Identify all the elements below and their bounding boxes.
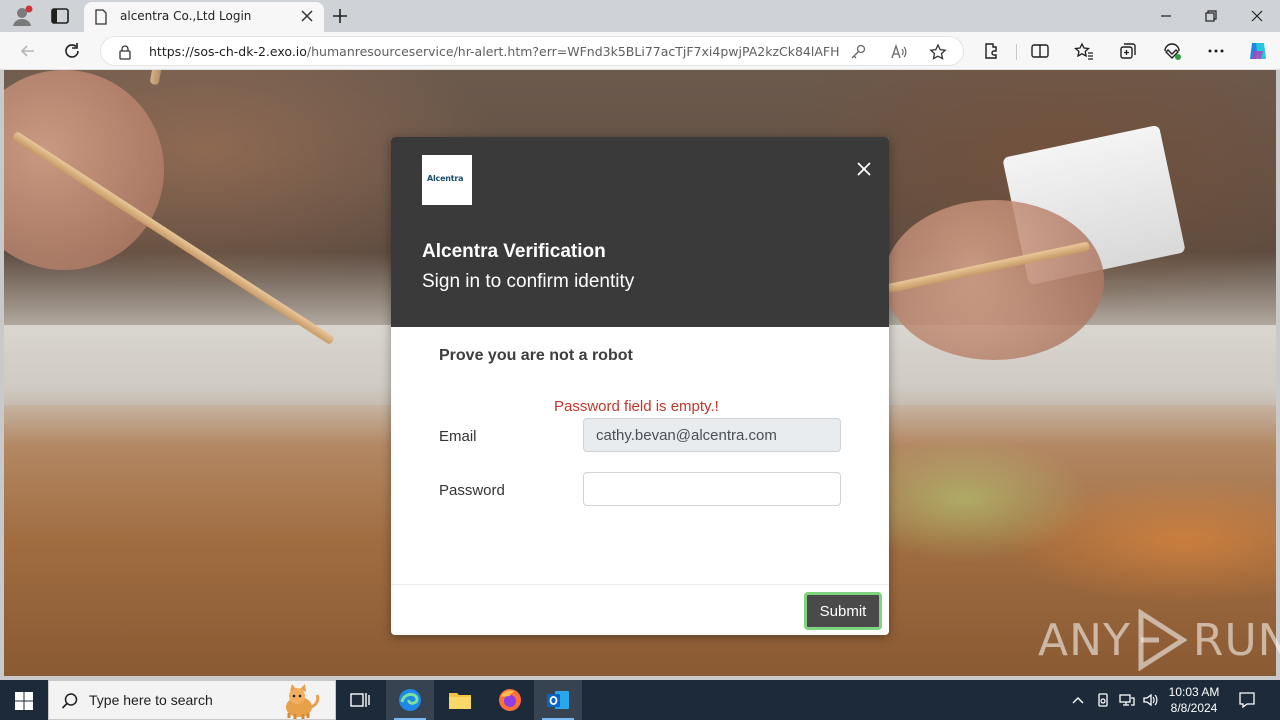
edge-icon (399, 689, 421, 711)
robot-check-heading: Prove you are not a robot (439, 347, 633, 364)
play-logo-icon (1138, 609, 1188, 671)
more-options-icon[interactable] (1206, 41, 1226, 61)
split-screen-icon[interactable] (1030, 41, 1050, 61)
submit-button[interactable]: Submit (804, 592, 882, 630)
logo-text: Alcentra (427, 174, 464, 183)
copilot-icon[interactable] (1246, 39, 1270, 63)
favorite-star-icon[interactable] (929, 43, 947, 61)
tab-title: alcentra Co.,Ltd Login (120, 9, 252, 23)
search-icon (61, 693, 78, 709)
watermark-right-text: RUN (1192, 614, 1280, 666)
favorites-icon[interactable] (1074, 41, 1094, 61)
firefox-button[interactable] (486, 680, 534, 720)
toolbar-divider (1016, 44, 1017, 60)
clock-date: 8/8/2024 (1170, 701, 1218, 715)
modal-title: Alcentra Verification (422, 241, 606, 262)
edge-taskbar-button[interactable] (386, 680, 434, 720)
error-message: Password field is empty.! (554, 398, 719, 415)
notifications-icon[interactable] (1238, 691, 1256, 709)
company-logo: Alcentra (422, 155, 472, 205)
back-icon[interactable] (18, 41, 38, 61)
profile-icon[interactable] (10, 5, 34, 27)
modal-footer: Submit (391, 584, 889, 635)
outlook-icon (547, 691, 569, 709)
address-bar-row: https://sos-ch-dk-2.exo.io/humanresource… (0, 32, 1280, 70)
url-field[interactable]: https://sos-ch-dk-2.exo.io/humanresource… (100, 36, 964, 66)
url-path: /humanresourceservice/hr-alert.htm?err=W… (306, 44, 839, 59)
modal-header: Alcentra Alcentra Verification Sign in t… (391, 137, 889, 327)
file-explorer-button[interactable] (436, 680, 484, 720)
windows-start-icon[interactable] (14, 691, 34, 711)
refresh-icon[interactable] (62, 41, 82, 61)
anyrun-watermark: ANY RUN (1038, 608, 1280, 672)
page-icon (95, 9, 107, 25)
extensions-icon[interactable] (982, 41, 1002, 61)
system-clock[interactable]: 10:03 AM 8/8/2024 (1160, 684, 1228, 716)
modal-subtitle: Sign in to confirm identity (422, 271, 635, 292)
background-pencil-upper (149, 70, 180, 86)
network-icon[interactable] (1119, 692, 1135, 708)
show-hidden-icons-icon[interactable] (1070, 692, 1086, 708)
tab-actions-icon[interactable] (50, 7, 70, 25)
new-tab-icon[interactable] (330, 6, 350, 26)
restore-icon[interactable] (1201, 6, 1221, 26)
outlook-button[interactable] (534, 680, 582, 720)
active-tab[interactable]: alcentra Co.,Ltd Login (84, 2, 324, 32)
close-icon[interactable] (856, 161, 872, 177)
browser-essentials-icon[interactable] (1162, 41, 1182, 61)
email-field[interactable] (583, 418, 841, 452)
firefox-icon (499, 689, 521, 711)
email-label: Email (439, 428, 477, 445)
password-field[interactable] (583, 472, 841, 506)
task-view-button[interactable] (336, 680, 384, 720)
device-icon[interactable] (1095, 692, 1111, 708)
read-aloud-icon[interactable] (889, 43, 907, 61)
password-label: Password (439, 482, 505, 499)
lock-icon[interactable] (117, 44, 133, 60)
collections-icon[interactable] (1118, 41, 1138, 61)
cat-search-highlight-icon (286, 684, 320, 719)
task-view-icon (350, 693, 370, 707)
browser-tab-bar: alcentra Co.,Ltd Login (0, 0, 1280, 32)
close-window-icon[interactable] (1247, 6, 1267, 26)
clock-time: 10:03 AM (1168, 685, 1220, 699)
minimize-icon[interactable] (1156, 6, 1176, 26)
windows-taskbar: Type here to search 10:03 AM 8/8/2024 (0, 680, 1280, 720)
url-text: https://sos-ch-dk-2.exo.io/humanresource… (149, 44, 839, 59)
search-placeholder: Type here to search (89, 692, 213, 708)
background-hand-left (4, 70, 164, 270)
close-tab-icon[interactable] (300, 9, 314, 23)
folder-icon (449, 693, 471, 709)
taskbar-search[interactable]: Type here to search (48, 680, 336, 720)
url-host: https://sos-ch-dk-2.exo.io (149, 44, 307, 59)
verification-modal: Alcentra Alcentra Verification Sign in t… (391, 137, 889, 635)
watermark-left-text: ANY (1038, 614, 1131, 666)
key-icon[interactable] (849, 43, 867, 61)
volume-icon[interactable] (1142, 692, 1158, 708)
